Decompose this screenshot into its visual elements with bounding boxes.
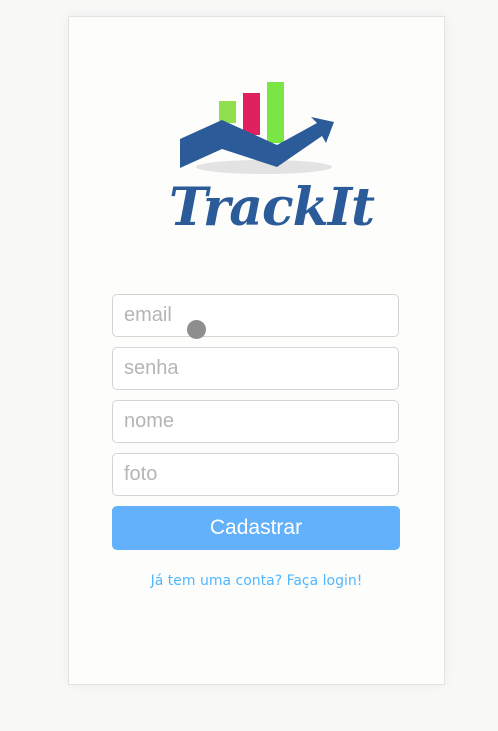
signup-card: TrackIt Cadastrar Já tem uma conta? Faça…	[68, 16, 445, 685]
app-name: TrackIt	[169, 177, 375, 238]
app-logo: TrackIt	[169, 77, 375, 247]
password-input[interactable]	[112, 347, 399, 390]
photo-url-input[interactable]	[112, 453, 399, 496]
name-input[interactable]	[112, 400, 399, 443]
login-link[interactable]: Já tem uma conta? Faça login!	[69, 573, 444, 589]
email-input[interactable]	[112, 294, 399, 337]
mouse-cursor-indicator	[187, 320, 206, 339]
bar-chart-growth-icon	[180, 82, 334, 174]
signup-button[interactable]: Cadastrar	[112, 506, 400, 550]
